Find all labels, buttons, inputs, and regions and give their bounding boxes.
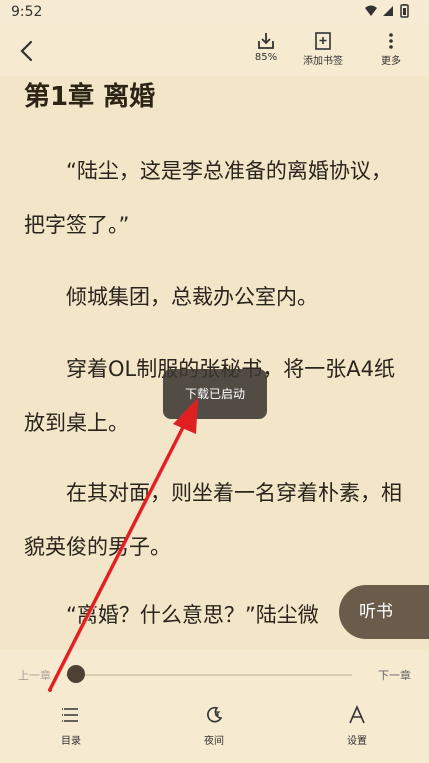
download-button[interactable]: 85% bbox=[252, 32, 280, 63]
settings-label: 设置 bbox=[347, 736, 367, 747]
more-label: 更多 bbox=[381, 56, 401, 67]
status-time: 9:52 bbox=[11, 4, 43, 20]
more-vertical-icon bbox=[389, 33, 393, 49]
night-mode-label: 夜间 bbox=[204, 736, 224, 747]
add-bookmark-button[interactable]: 添加书签 bbox=[298, 32, 348, 67]
paragraph-2: 倾城集团，总裁办公室内。 bbox=[66, 285, 318, 309]
back-arrow-icon bbox=[20, 40, 33, 62]
prev-chapter-button[interactable]: 上一章 bbox=[18, 667, 51, 683]
wifi-signal-battery-icon bbox=[365, 4, 409, 18]
toc-label: 目录 bbox=[61, 736, 81, 747]
listen-button[interactable]: 听书 bbox=[339, 585, 429, 639]
reader-bottom-panel: 上一章 下一章 目录 夜间 设置 bbox=[0, 650, 429, 763]
night-mode-button[interactable]: 夜间 bbox=[184, 705, 244, 747]
font-settings-icon bbox=[349, 705, 365, 724]
chapter-title: 第1章 离婚 bbox=[24, 82, 156, 112]
status-icons bbox=[363, 4, 415, 21]
download-progress-label: 85% bbox=[254, 52, 278, 63]
status-bar: 9:52 bbox=[0, 0, 429, 26]
settings-button[interactable]: 设置 bbox=[327, 705, 387, 747]
bookmark-add-icon bbox=[315, 32, 331, 50]
reader-top-toolbar: 85% 添加书签 更多 bbox=[0, 26, 429, 76]
download-toast: 下载已启动 bbox=[163, 369, 267, 419]
back-button[interactable] bbox=[14, 36, 40, 66]
next-chapter-button[interactable]: 下一章 bbox=[378, 667, 411, 683]
chapter-progress-thumb[interactable] bbox=[67, 665, 85, 683]
paragraph-4: 在其对面，则坐着一名穿着朴素，相貌英俊的男子。 bbox=[24, 481, 402, 559]
chapter-progress-track[interactable] bbox=[66, 674, 352, 676]
more-button[interactable]: 更多 bbox=[376, 32, 406, 67]
toc-list-icon bbox=[62, 708, 78, 722]
download-icon bbox=[258, 33, 274, 49]
paragraph-1: “陆尘，这是李总准备的离婚协议，把字签了。” bbox=[24, 159, 392, 237]
toc-button[interactable]: 目录 bbox=[41, 705, 101, 747]
add-bookmark-label: 添加书签 bbox=[303, 56, 343, 67]
moon-icon bbox=[207, 706, 223, 723]
